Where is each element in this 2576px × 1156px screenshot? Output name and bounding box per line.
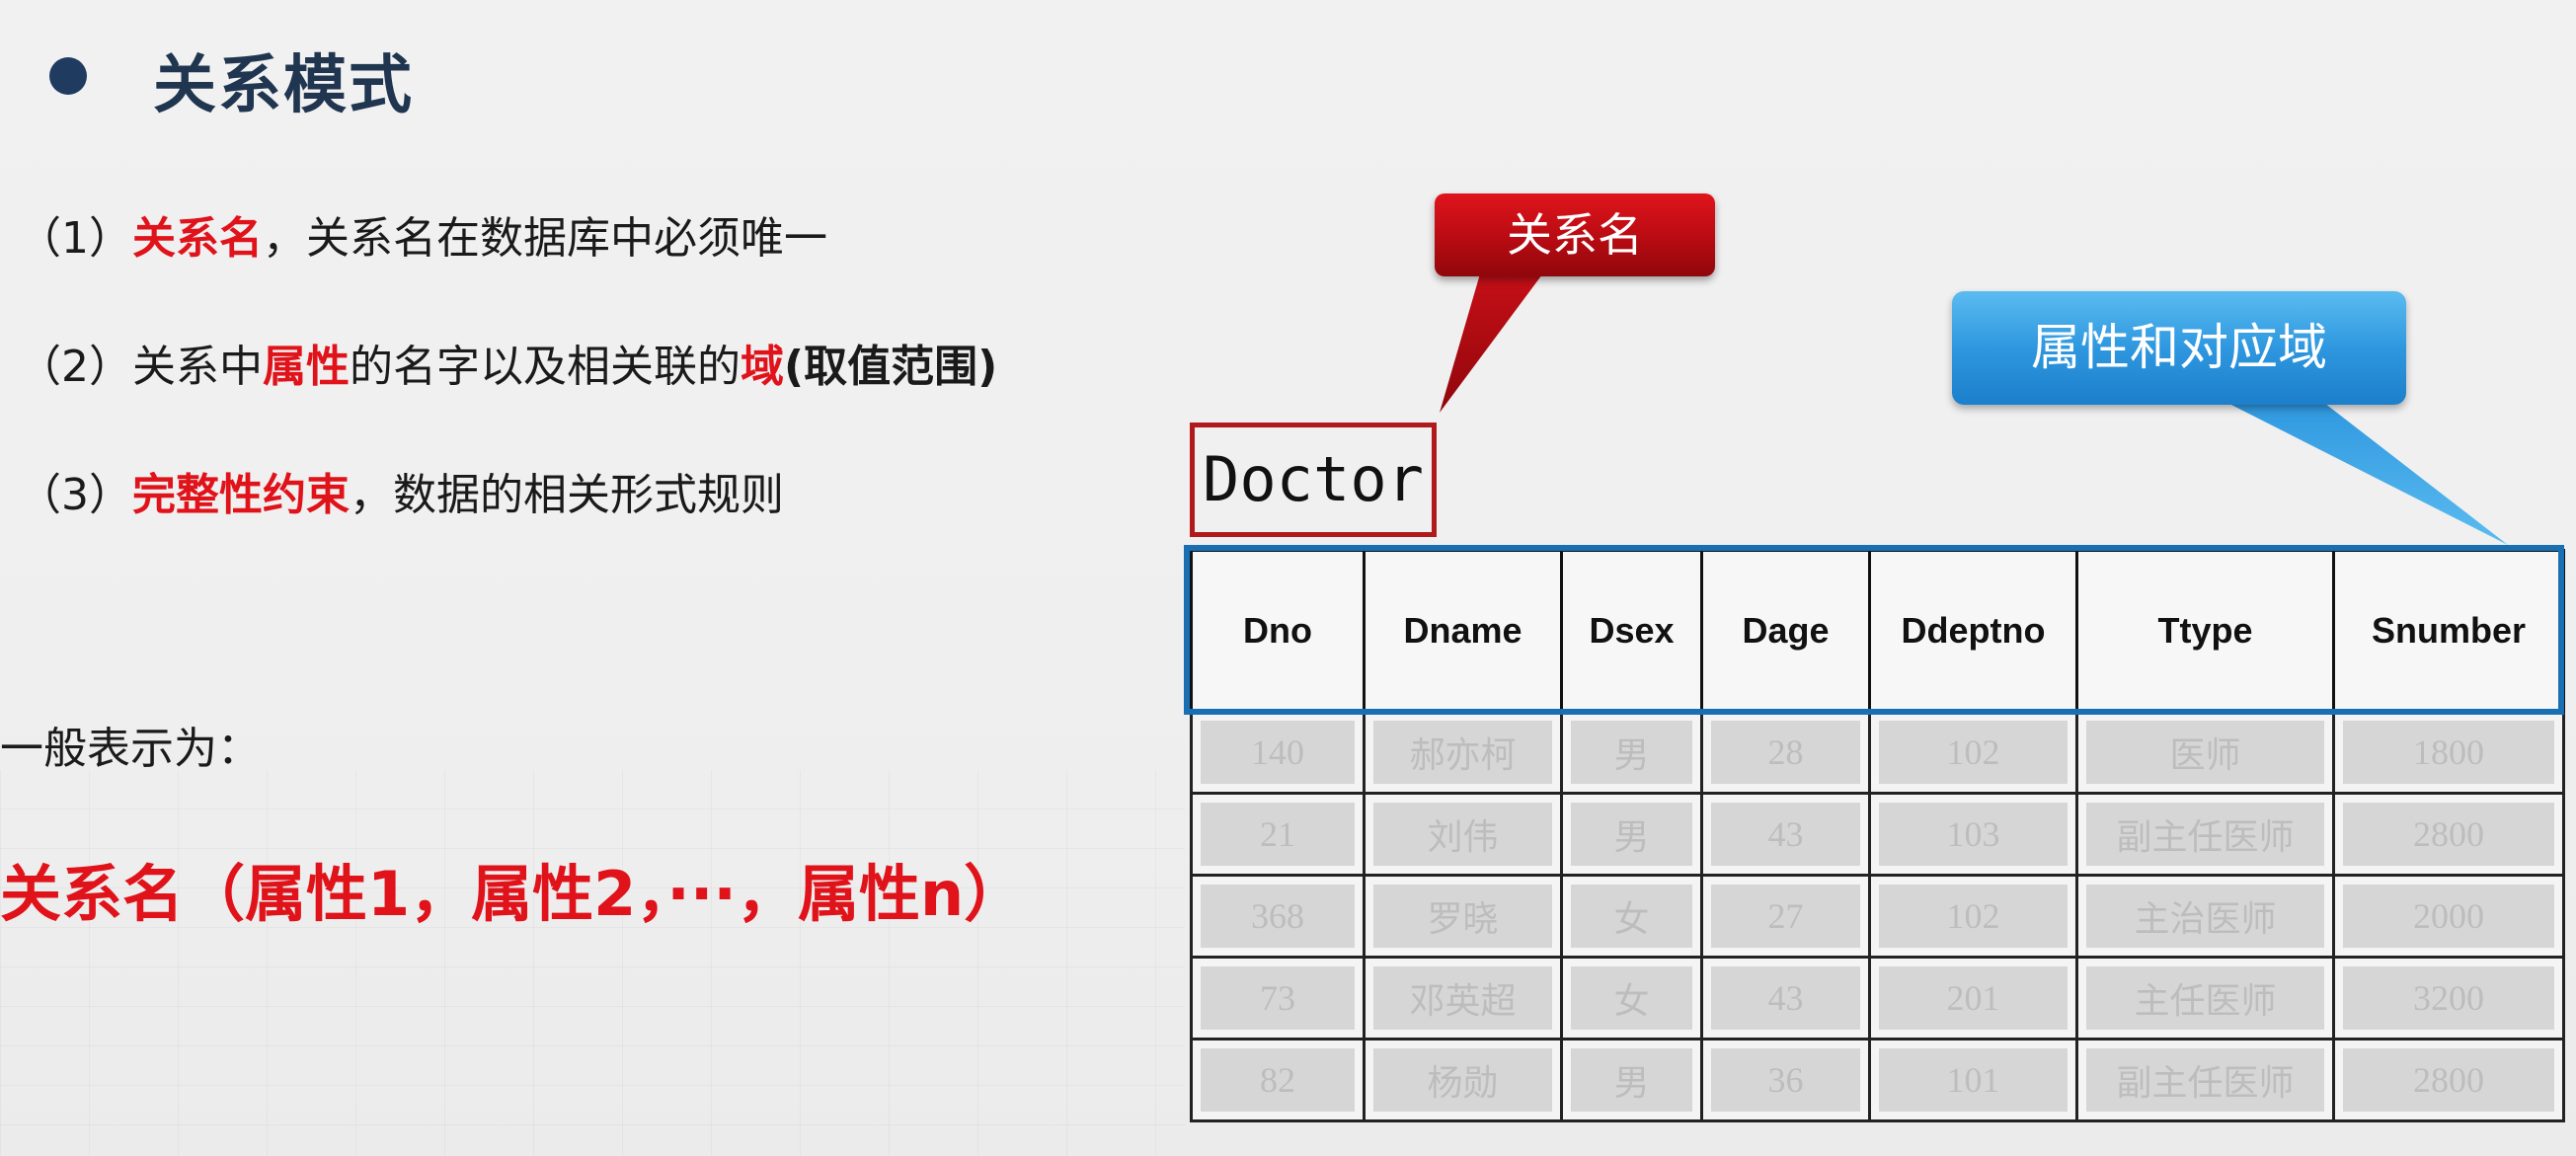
table-cell: 102 (1868, 710, 2078, 795)
item-1: （1）关系名，关系名在数据库中必须唯一 (18, 202, 827, 266)
table-cell: 28 (1700, 710, 1871, 795)
general-label: 一般表示为： (0, 724, 261, 774)
table-cell: 201 (1868, 956, 2078, 1040)
doctor-table: Dno Dname Dsex Dage Ddeptno Ttype Snumbe… (1190, 549, 2565, 1122)
item-1-part-1: 关系名 (132, 213, 263, 264)
section-title: 关系模式 (153, 49, 414, 122)
column-header: Dsex (1560, 549, 1703, 713)
item-2-part-3: 的名字以及相关联的 (350, 342, 741, 392)
table-cell: 男 (1560, 710, 1703, 795)
table-cell: 男 (1560, 792, 1703, 877)
table-cell: 21 (1190, 792, 1366, 877)
table-cell: 副主任医师 (2075, 792, 2335, 877)
item-3: （3）完整性约束，数据的相关形式规则 (18, 459, 784, 522)
column-header: Dage (1700, 549, 1871, 713)
item-3-part-2: ，数据的相关形式规则 (350, 470, 784, 520)
table-row: 73 邓英超 女 43 201 主任医师 3200 (1190, 956, 2565, 1040)
table-cell: 女 (1560, 874, 1703, 959)
table-cell: 3200 (2332, 956, 2565, 1040)
table-cell: 2800 (2332, 1038, 2565, 1122)
relation-name-callout: 关系名 (1435, 193, 1715, 276)
table-cell: 2800 (2332, 792, 2565, 877)
table-cell: 2000 (2332, 874, 2565, 959)
red-callout-pointer (1440, 270, 1545, 413)
item-3-part-1: 完整性约束 (132, 470, 350, 520)
table-cell: 101 (1868, 1038, 2078, 1122)
attributes-domain-callout: 属性和对应域 (1952, 291, 2406, 405)
background-floor-grid (0, 770, 1185, 1156)
item-2-part-1: 关系中 (132, 342, 263, 392)
table-cell: 副主任医师 (2075, 1038, 2335, 1122)
blue-callout-pointer (2222, 400, 2508, 545)
table-header-row: Dno Dname Dsex Dage Ddeptno Ttype Snumbe… (1190, 549, 2565, 713)
table-row: 140 郝亦柯 男 28 102 医师 1800 (1190, 710, 2565, 795)
table-cell: 73 (1190, 956, 1366, 1040)
table-cell: 1800 (2332, 710, 2565, 795)
table-cell: 27 (1700, 874, 1871, 959)
column-header: Dno (1190, 549, 1366, 713)
bullet-icon (49, 57, 87, 95)
table-cell: 43 (1700, 956, 1871, 1040)
table-cell: 杨勋 (1363, 1038, 1563, 1122)
table-cell: 103 (1868, 792, 2078, 877)
item-2-part-2: 属性 (263, 342, 350, 392)
table-cell: 36 (1700, 1038, 1871, 1122)
general-formula: 关系名（属性1，属性2，···，属性n） (0, 858, 1026, 930)
item-2-part-4: 域 (741, 342, 784, 392)
table-name-box: Doctor (1190, 423, 1437, 537)
column-header: Snumber (2332, 549, 2565, 713)
table-cell: 女 (1560, 956, 1703, 1040)
table-row: 368 罗晓 女 27 102 主治医师 2000 (1190, 874, 2565, 959)
table-cell: 男 (1560, 1038, 1703, 1122)
table-row: 21 刘伟 男 43 103 副主任医师 2800 (1190, 792, 2565, 877)
table-cell: 医师 (2075, 710, 2335, 795)
table-cell: 主任医师 (2075, 956, 2335, 1040)
table-cell: 82 (1190, 1038, 1366, 1122)
item-2: （2）关系中属性的名字以及相关联的域(取值范围) (18, 331, 997, 394)
doctor-table-wrap: Dno Dname Dsex Dage Ddeptno Ttype Snumbe… (1190, 549, 2565, 1122)
item-1-number: （1） (18, 213, 132, 264)
table-cell: 368 (1190, 874, 1366, 959)
item-2-number: （2） (18, 342, 132, 392)
table-cell: 罗晓 (1363, 874, 1563, 959)
item-2-part-5: (取值范围) (784, 342, 998, 392)
column-header: Dname (1363, 549, 1563, 713)
table-cell: 邓英超 (1363, 956, 1563, 1040)
item-1-part-2: ，关系名在数据库中必须唯一 (263, 213, 827, 264)
table-cell: 主治医师 (2075, 874, 2335, 959)
table-row: 82 杨勋 男 36 101 副主任医师 2800 (1190, 1038, 2565, 1122)
table-cell: 刘伟 (1363, 792, 1563, 877)
column-header: Ddeptno (1868, 549, 2078, 713)
column-header: Ttype (2075, 549, 2335, 713)
table-cell: 140 (1190, 710, 1366, 795)
table-cell: 102 (1868, 874, 2078, 959)
item-3-number: （3） (18, 470, 132, 520)
table-cell: 43 (1700, 792, 1871, 877)
table-cell: 郝亦柯 (1363, 710, 1563, 795)
